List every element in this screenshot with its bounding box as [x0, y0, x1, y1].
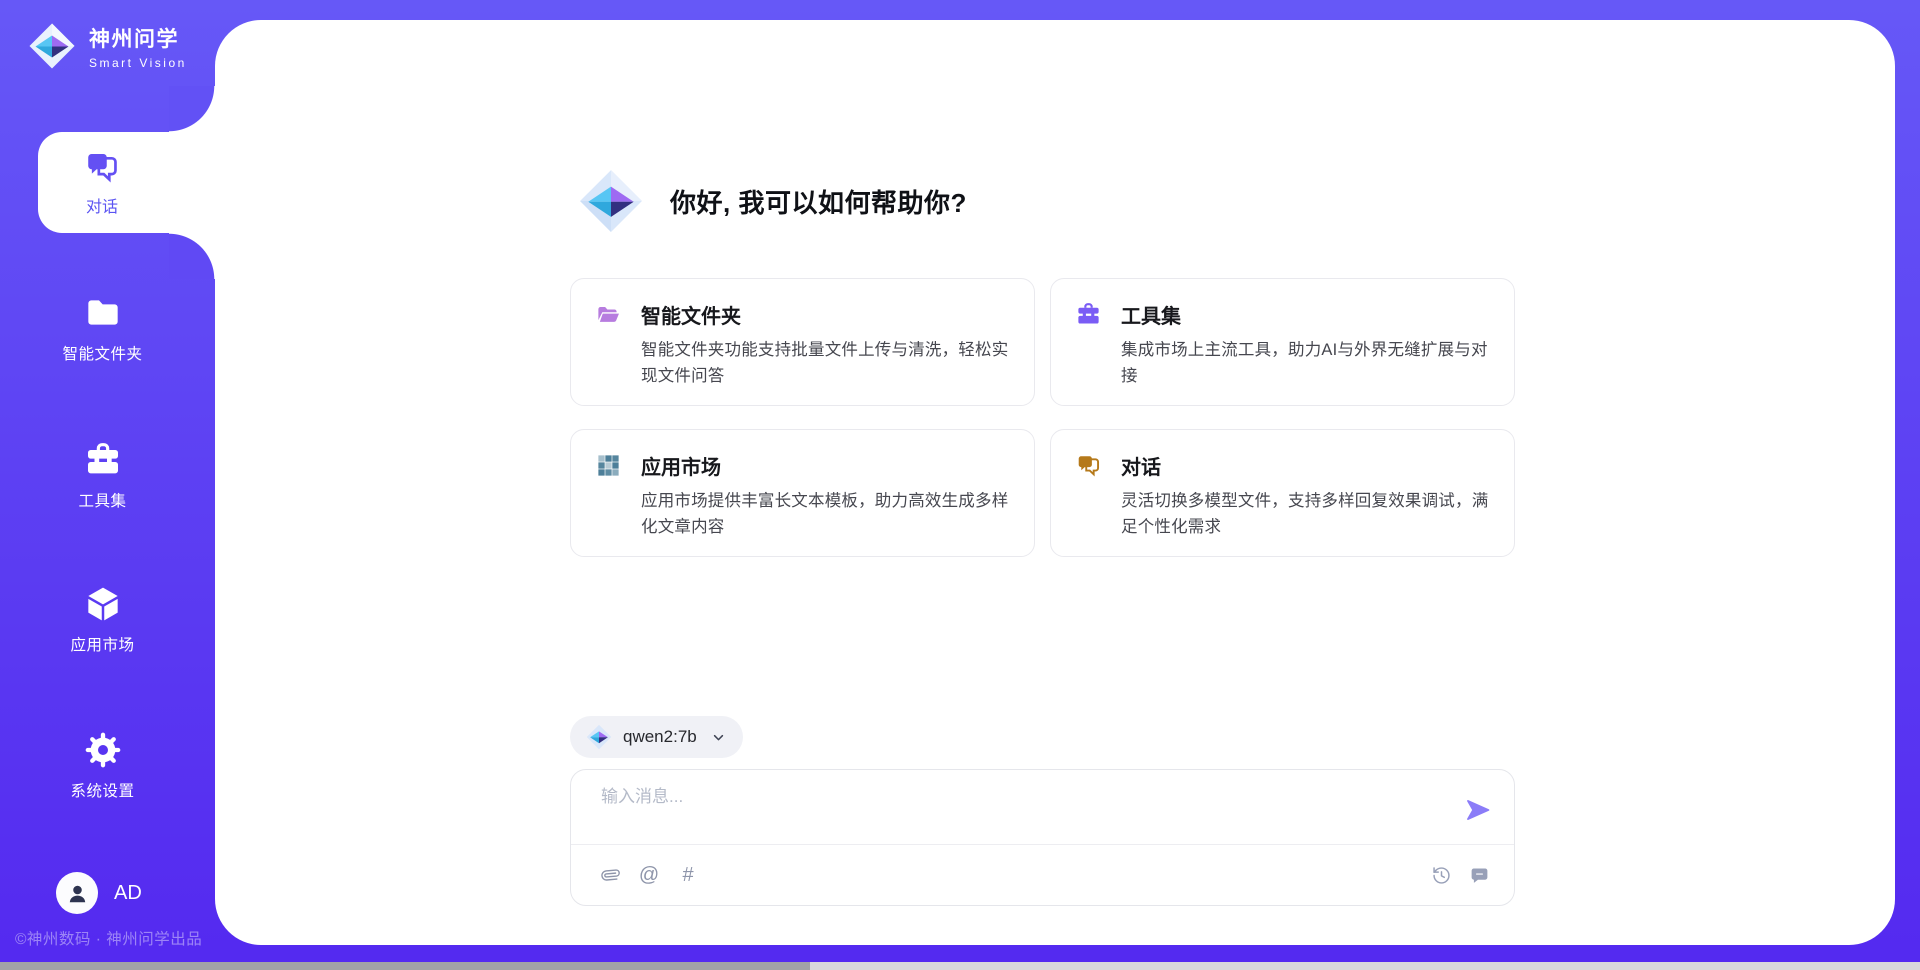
message-composer: @ #	[570, 769, 1515, 906]
horizontal-scrollbar-track[interactable]	[0, 962, 1920, 970]
cube-icon	[83, 584, 123, 624]
card-title: 应用市场	[641, 451, 721, 480]
person-icon	[65, 881, 90, 906]
folder-icon	[83, 293, 123, 333]
brand-diamond-icon	[586, 724, 612, 750]
sidebar-item-label: 应用市场	[70, 633, 134, 655]
chevron-down-icon	[710, 729, 727, 746]
composer-toolbar: @ #	[571, 844, 1514, 905]
briefcase-icon	[83, 440, 123, 480]
briefcase-icon	[1075, 301, 1102, 328]
comment-icon[interactable]	[1468, 864, 1490, 886]
sidebar-item-toolset[interactable]: 工具集	[0, 440, 205, 511]
card-smart-folder[interactable]: 智能文件夹 智能文件夹功能支持批量文件上传与清洗，轻松实现文件问答	[570, 278, 1035, 406]
history-icon[interactable]	[1430, 864, 1452, 886]
greeting-block: 你好, 我可以如何帮助你?	[578, 168, 967, 234]
avatar	[56, 872, 98, 914]
folder-open-icon	[595, 301, 622, 328]
card-description: 灵活切换多模型文件，支持多样回复效果调试，满足个性化需求	[1121, 489, 1490, 540]
horizontal-scrollbar-thumb[interactable]	[0, 962, 810, 970]
brand-diamond-icon	[28, 22, 76, 70]
mention-icon[interactable]: @	[638, 864, 660, 886]
sidebar-item-label: 工具集	[78, 489, 126, 511]
main-content-panel: 你好, 我可以如何帮助你? 智能文件夹 智能文件夹功能支持批量文件上传与清洗，轻…	[215, 20, 1895, 945]
user-initials: AD	[114, 882, 142, 905]
sidebar-item-label: 智能文件夹	[62, 342, 142, 364]
model-selector[interactable]: qwen2:7b	[570, 716, 743, 758]
card-title: 智能文件夹	[641, 300, 741, 329]
sidebar-item-smart-folder[interactable]: 智能文件夹	[0, 293, 205, 364]
message-input[interactable]	[601, 782, 1451, 840]
sidebar-item-chat[interactable]: 对话	[38, 132, 218, 233]
composer-right-tools	[1430, 864, 1490, 886]
feature-cards: 智能文件夹 智能文件夹功能支持批量文件上传与清洗，轻松实现文件问答 工具集 集成…	[570, 278, 1515, 557]
greeting-text: 你好, 我可以如何帮助你?	[670, 183, 967, 220]
sidebar-item-app-market[interactable]: 应用市场	[0, 584, 205, 655]
grid-icon	[595, 452, 622, 479]
active-tab-fillet-top	[169, 86, 215, 132]
hash-icon[interactable]: #	[677, 864, 699, 886]
card-description: 集成市场上主流工具，助力AI与外界无缝扩展与对接	[1121, 338, 1490, 389]
app-logo: 神州问学 Smart Vision	[28, 22, 187, 70]
card-app-market[interactable]: 应用市场 应用市场提供丰富长文本模板，助力高效生成多样化文章内容	[570, 429, 1035, 557]
sidebar-item-label: 系统设置	[70, 779, 134, 801]
sidebar-item-label: 对话	[86, 193, 118, 217]
card-description: 智能文件夹功能支持批量文件上传与清洗，轻松实现文件问答	[641, 338, 1010, 389]
brand-diamond-icon	[578, 168, 644, 234]
card-chat[interactable]: 对话 灵活切换多模型文件，支持多样回复效果调试，满足个性化需求	[1050, 429, 1515, 557]
send-icon[interactable]	[1464, 796, 1492, 824]
attach-icon[interactable]	[599, 864, 621, 886]
copyright-footer: ©神州数码 · 神州问学出品	[15, 927, 202, 949]
card-title: 对话	[1121, 451, 1161, 480]
user-account[interactable]: AD	[56, 872, 142, 914]
gear-icon	[83, 730, 123, 770]
card-toolset[interactable]: 工具集 集成市场上主流工具，助力AI与外界无缝扩展与对接	[1050, 278, 1515, 406]
brand-title: 神州问学	[89, 23, 187, 53]
card-description: 应用市场提供丰富长文本模板，助力高效生成多样化文章内容	[641, 489, 1010, 540]
active-tab-fillet-bottom	[169, 233, 215, 279]
card-title: 工具集	[1121, 300, 1181, 329]
brand-subtitle: Smart Vision	[89, 56, 187, 70]
sidebar-item-settings[interactable]: 系统设置	[0, 730, 205, 801]
model-name: qwen2:7b	[623, 727, 697, 747]
chat-bubbles-icon	[1075, 452, 1102, 479]
chat-bubbles-icon	[83, 148, 121, 186]
